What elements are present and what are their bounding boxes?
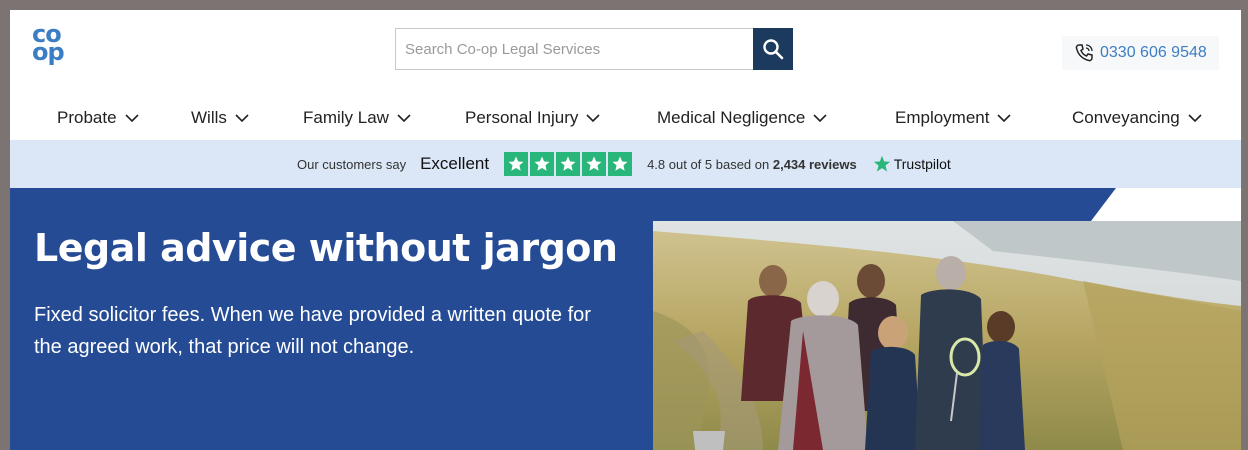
- nav-item-family-law[interactable]: Family Law: [303, 108, 411, 128]
- nav-item-label: Wills: [191, 108, 227, 127]
- coop-logo[interactable]: co op: [32, 22, 72, 69]
- trustpilot-star-icon: [873, 155, 890, 172]
- star-icon: [530, 152, 555, 176]
- search-input[interactable]: [395, 28, 753, 70]
- main-nav: Probate Wills Family Law Personal Injury…: [10, 102, 1241, 140]
- nav-item-probate[interactable]: Probate: [57, 108, 139, 128]
- page: co op 0330 606 9548 Probate Wills: [10, 10, 1241, 450]
- nav-item-label: Employment: [895, 108, 990, 127]
- search-button[interactable]: [753, 28, 793, 70]
- star-icon: [608, 152, 633, 176]
- nav-item-employment[interactable]: Employment: [895, 108, 1012, 128]
- nav-item-personal-injury[interactable]: Personal Injury: [465, 108, 600, 128]
- hero-banner: Legal advice without jargon Fixed solici…: [10, 188, 1241, 450]
- nav-item-label: Personal Injury: [465, 108, 579, 127]
- nav-item-label: Probate: [57, 108, 117, 127]
- search-icon: [763, 39, 784, 60]
- trust-prefix: Our customers say: [297, 156, 407, 172]
- chevron-down-icon: [813, 113, 827, 122]
- star-icon: [582, 152, 607, 176]
- chevron-down-icon: [586, 113, 600, 122]
- trust-score-text: 4.8 out of 5 based on: [647, 156, 770, 172]
- phone-icon: [1075, 44, 1093, 62]
- phone-link[interactable]: 0330 606 9548: [1062, 36, 1219, 70]
- star-rating: [504, 152, 633, 176]
- hero-title: Legal advice without jargon: [34, 226, 618, 270]
- trustpilot-logo[interactable]: Trustpilot: [873, 155, 951, 173]
- chevron-down-icon: [1188, 113, 1202, 122]
- chevron-down-icon: [235, 113, 249, 122]
- phone-number: 0330 606 9548: [1100, 44, 1207, 61]
- chevron-down-icon: [397, 113, 411, 122]
- nav-item-wills[interactable]: Wills: [191, 108, 249, 128]
- trustpilot-brand: Trustpilot: [893, 156, 951, 172]
- trustpilot-widget[interactable]: Our customers say Excellent 4.8 out of 5…: [297, 151, 951, 177]
- hero-photo-family-walking: [653, 221, 1241, 450]
- nav-item-label: Family Law: [303, 108, 389, 127]
- trust-score: 4.8 out of 5 based on 2,434 reviews: [647, 157, 857, 172]
- star-icon: [556, 152, 581, 176]
- chevron-down-icon: [997, 113, 1012, 122]
- nav-item-conveyancing[interactable]: Conveyancing: [1072, 108, 1202, 128]
- trust-rating-word: Excellent: [420, 154, 490, 173]
- search-bar: [395, 28, 793, 70]
- hero-subtitle: Fixed solicitor fees. When we have provi…: [34, 304, 591, 358]
- nav-item-label: Conveyancing: [1072, 108, 1180, 127]
- star-icon: [504, 152, 529, 176]
- nav-item-label: Medical Negligence: [657, 108, 806, 127]
- trustpilot-bar: Our customers say Excellent 4.8 out of 5…: [10, 140, 1241, 188]
- chevron-down-icon: [124, 113, 139, 122]
- nav-item-medical-negligence[interactable]: Medical Negligence: [657, 108, 827, 128]
- logo-text-bottom: op: [32, 38, 65, 66]
- trust-review-count: 2,434 reviews: [772, 156, 857, 172]
